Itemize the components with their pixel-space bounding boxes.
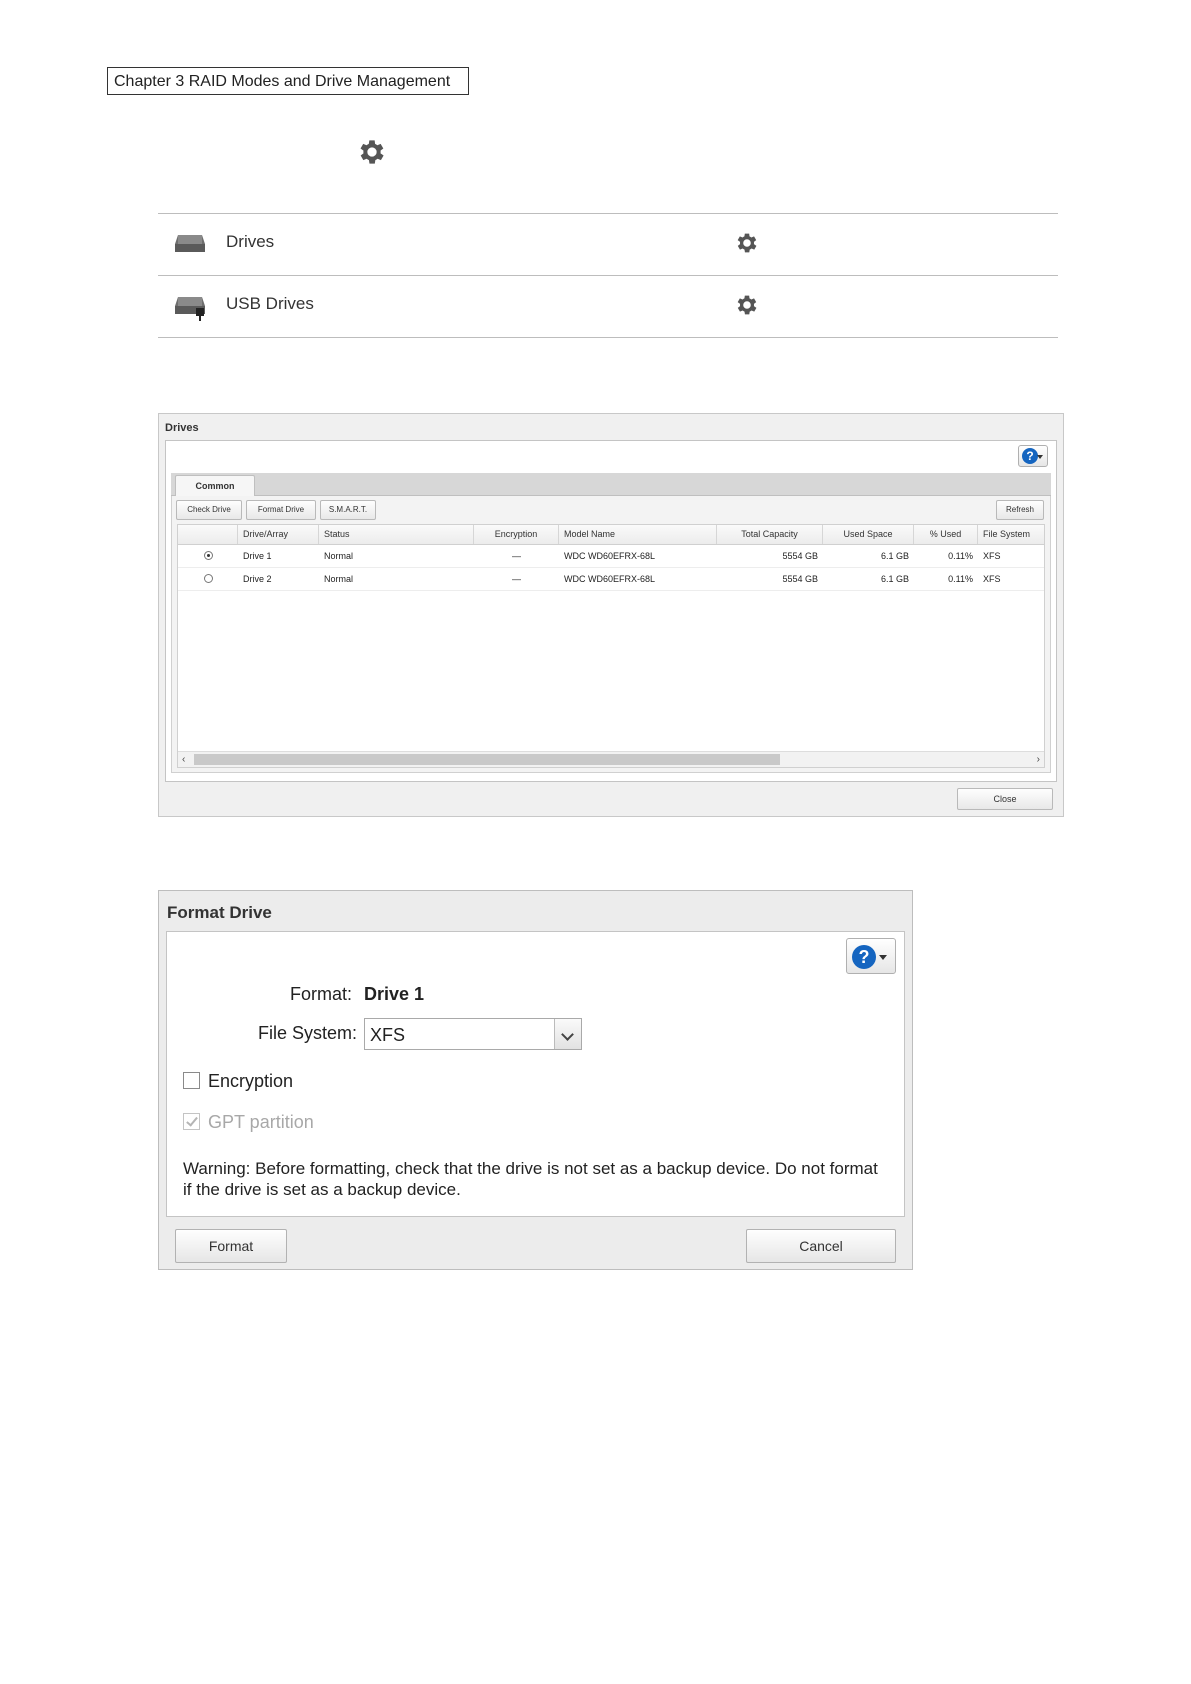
column-header[interactable]: Used Space [823,525,914,544]
encryption-label: Encryption [208,1071,294,1091]
column-header[interactable]: Model Name [559,525,717,544]
drives-table: Drive/Array Status Encryption Model Name… [177,524,1045,768]
status-cell: Normal [324,574,354,584]
settings-item-label: Drives [226,232,275,251]
dialog-body: ? Format: Drive 1 File System: XFS Encry… [166,931,905,1217]
chevron-down-icon [1037,455,1043,459]
column-select [178,525,238,544]
column-header[interactable]: % Used [914,525,978,544]
encryption-cell: — [512,574,521,584]
model-cell: WDC WD60EFRX-68L [564,551,656,561]
model-cell: WDC WD60EFRX-68L [564,574,656,584]
cancel-button[interactable]: Cancel [746,1229,896,1263]
used-cell: 6.1 GB [880,551,909,561]
table-row[interactable]: Drive 1 Normal — WDC WD60EFRX-68L 5554 G… [178,545,1044,568]
check-drive-button[interactable]: Check Drive [176,500,242,520]
row-radio[interactable] [204,574,213,583]
capacity-cell: 5554 GB [782,551,818,561]
encryption-cell: — [512,551,521,561]
drive-cell: Drive 1 [243,551,272,561]
column-header[interactable]: Status [319,525,474,544]
encryption-checkbox[interactable] [183,1072,200,1089]
help-icon: ? [1022,448,1038,464]
used-cell: 6.1 GB [880,574,909,584]
chapter-header: Chapter 3 RAID Modes and Drive Managemen… [107,67,469,95]
drives-window: Drives ? Common Check Drive Format Drive… [158,413,1064,817]
gear-icon[interactable] [734,230,760,256]
format-button[interactable]: Format [175,1229,287,1263]
settings-row-usb-drives[interactable]: USB Drives [158,276,1058,336]
format-target: Drive 1 [364,984,425,1004]
settings-row-drives[interactable]: Drives [158,214,1058,274]
row-radio[interactable] [204,551,213,560]
hard-drive-icon [175,235,205,252]
column-header[interactable]: File System [978,525,1044,544]
settings-item-label: USB Drives [226,294,314,313]
close-button[interactable]: Close [957,788,1053,810]
column-header[interactable]: Total Capacity [717,525,823,544]
file-system-label: File System: [258,1023,358,1043]
table-row[interactable]: Drive 2 Normal — WDC WD60EFRX-68L 5554 G… [178,568,1044,591]
gear-icon[interactable] [734,292,760,318]
gpt-partition-checkbox[interactable] [183,1113,200,1130]
refresh-button[interactable]: Refresh [996,500,1044,520]
drives-panel: Check Drive Format Drive S.M.A.R.T. Refr… [171,496,1051,773]
status-cell: Normal [324,551,354,561]
scroll-left-icon[interactable]: ‹ [182,752,185,767]
format-drive-button[interactable]: Format Drive [246,500,316,520]
gear-icon [360,140,384,164]
fs-cell: XFS [983,574,1001,584]
window-body: ? Common Check Drive Format Drive S.M.A.… [165,440,1057,782]
help-button[interactable]: ? [846,938,896,974]
capacity-cell: 5554 GB [782,574,818,584]
drive-cell: Drive 2 [243,574,272,584]
help-button[interactable]: ? [1018,445,1048,467]
pct-cell: 0.11% [948,574,973,584]
tab-strip: Common [171,473,1051,496]
file-system-select[interactable]: XFS [364,1018,582,1050]
scrollbar-thumb[interactable] [194,754,780,765]
scroll-right-icon[interactable]: › [1037,752,1040,767]
table-header: Drive/Array Status Encryption Model Name… [178,525,1044,545]
chevron-down-icon[interactable] [554,1019,581,1049]
column-header[interactable]: Encryption [474,525,559,544]
horizontal-scrollbar[interactable]: ‹ › [178,751,1044,767]
format-label: Format: [290,984,353,1004]
column-header[interactable]: Drive/Array [238,525,319,544]
help-icon: ? [852,945,876,969]
warning-text: Warning: Before formatting, check that t… [183,1159,878,1199]
smart-button[interactable]: S.M.A.R.T. [320,500,376,520]
fs-cell: XFS [983,551,1001,561]
select-value: XFS [370,1025,406,1045]
format-drive-dialog: Format Drive ? Format: Drive 1 File Syst… [158,890,913,1270]
tab-common[interactable]: Common [175,475,255,496]
pct-cell: 0.11% [948,551,973,561]
usb-drive-icon [175,297,205,321]
divider [158,337,1058,338]
gpt-partition-label: GPT partition [208,1112,314,1132]
chevron-down-icon [879,955,887,960]
window-title: Drives [165,422,199,434]
dialog-title: Format Drive [167,903,272,922]
